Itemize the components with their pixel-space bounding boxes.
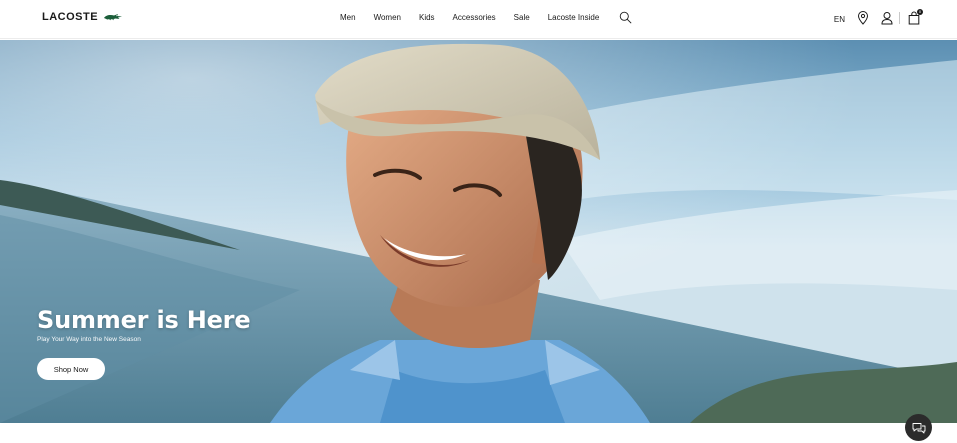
shop-now-button[interactable]: Shop Now <box>37 358 105 380</box>
language-selector[interactable]: EN <box>834 15 845 24</box>
bag-count-badge: 0 <box>917 9 923 15</box>
crocodile-icon <box>104 14 123 21</box>
header-utilities: EN 0 <box>834 9 923 25</box>
nav-item-sale[interactable]: Sale <box>514 12 530 24</box>
search-icon[interactable] <box>619 11 632 24</box>
nav-item-lacoste-inside[interactable]: Lacoste Inside <box>548 12 600 24</box>
user-icon[interactable] <box>881 11 893 25</box>
header-divider <box>899 12 900 24</box>
nav-item-kids[interactable]: Kids <box>419 12 435 24</box>
nav-item-accessories[interactable]: Accessories <box>453 12 496 24</box>
nav-item-women[interactable]: Women <box>374 12 401 24</box>
brand-logo[interactable]: LACOSTE <box>42 11 123 23</box>
brand-name: LACOSTE <box>42 11 99 23</box>
shopping-bag-button[interactable]: 0 <box>908 9 923 25</box>
main-navigation: Men Women Kids Accessories Sale Lacoste … <box>340 11 632 24</box>
hero-subtitle: Play Your Way into the New Season <box>37 336 141 343</box>
location-pin-icon[interactable] <box>857 11 869 25</box>
chat-button[interactable] <box>905 414 932 441</box>
hero-banner: Summer is Here Play Your Way into the Ne… <box>0 40 957 423</box>
nav-item-men[interactable]: Men <box>340 12 356 24</box>
hero-image <box>0 40 957 423</box>
hero-copy: Summer is Here Play Your Way into the Ne… <box>37 306 251 343</box>
chat-icon <box>912 422 925 433</box>
hero-title: Summer is Here <box>37 306 251 334</box>
site-header: LACOSTE Men Women Kids Accessories Sale … <box>0 0 957 39</box>
